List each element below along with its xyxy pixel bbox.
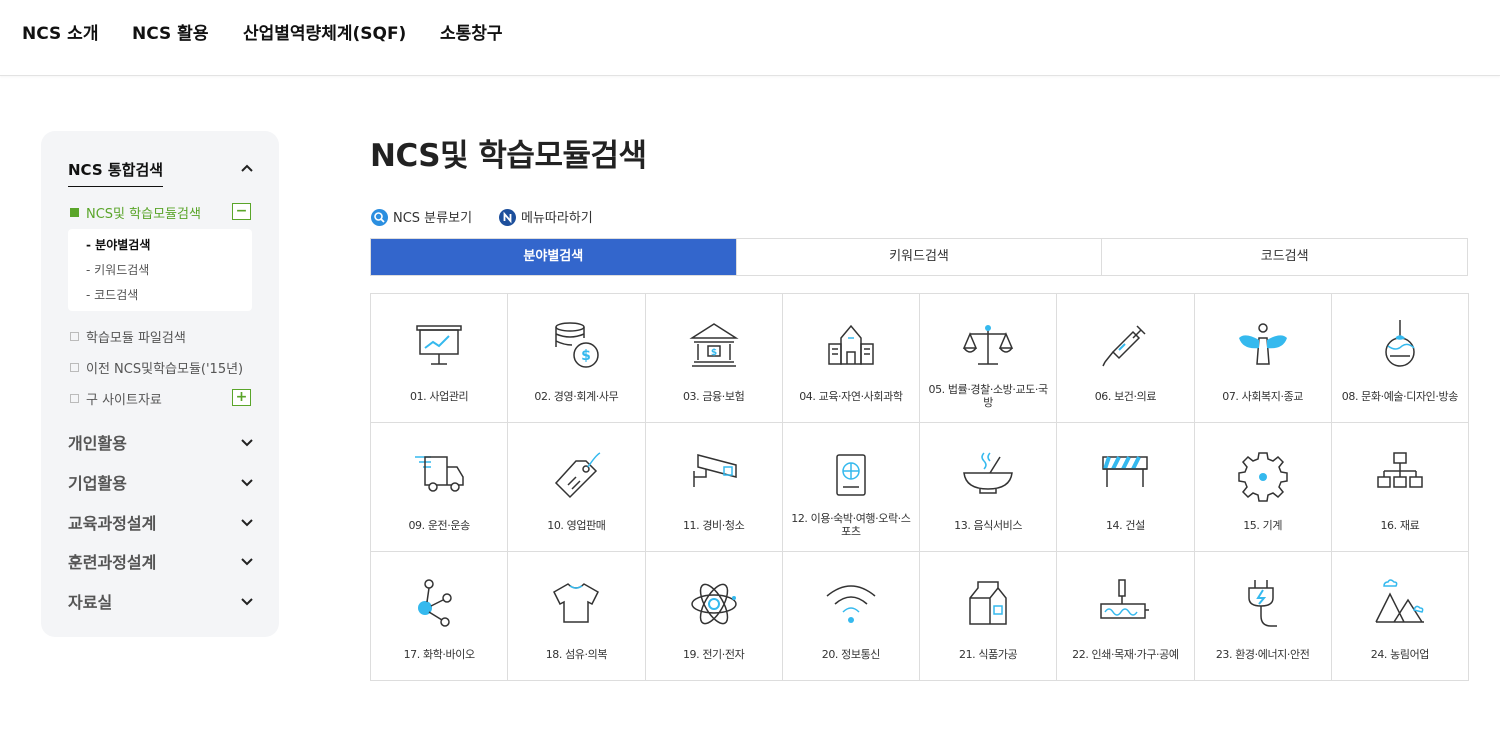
sidebar-item-old-site-data[interactable]: 구 사이트자료 <box>70 389 162 408</box>
category-card[interactable]: 16. 재료 <box>1331 423 1469 552</box>
coins-money-icon: $ <box>555 322 600 368</box>
sidebar-item-ncs-module-search[interactable]: NCS및 학습모듈검색 <box>70 203 201 222</box>
category-card[interactable]: 21. 식품가공 <box>920 552 1058 681</box>
t-shirt-icon <box>553 583 600 623</box>
nav-sqf[interactable]: 산업별역량체계(SQF) <box>243 19 406 44</box>
school-building-icon <box>828 324 874 365</box>
category-card[interactable]: $ 02. 경영·회계·사무 <box>508 294 646 423</box>
tab-keyword-search[interactable]: 키워드검색 <box>735 239 1102 275</box>
construction-barrier-icon <box>1102 456 1149 487</box>
category-card[interactable]: 10. 영업판매 <box>508 423 646 552</box>
category-card[interactable]: 20. 정보통신 <box>782 552 920 681</box>
category-card[interactable]: 19. 전기·전자 <box>645 552 783 681</box>
category-card[interactable]: 15. 기계 <box>1194 423 1332 552</box>
gear-icon <box>1237 452 1288 502</box>
chevron-down-icon[interactable] <box>239 475 255 491</box>
chevron-down-icon[interactable] <box>239 515 255 531</box>
category-card[interactable]: $ 03. 금융·보험 <box>645 294 783 423</box>
milk-carton-icon <box>969 581 1007 625</box>
category-card[interactable]: 05. 법률·경찰·소방·교도·국방 <box>920 294 1058 423</box>
search-icon <box>371 209 388 226</box>
submenu-box: - 분야별검색 - 키워드검색 - 코드검색 <box>68 229 252 311</box>
molecule-icon <box>418 579 452 627</box>
ncs-classification-link[interactable]: NCS 분류보기 <box>371 207 472 226</box>
collapse-toggle[interactable]: − <box>232 203 251 220</box>
top-navigation: NCS 소개 NCS 활용 산업별역량체계(SQF) 소통창구 <box>0 0 1500 76</box>
bullet-square-icon <box>70 208 79 217</box>
chevron-down-icon[interactable] <box>239 554 255 570</box>
chevron-up-icon[interactable] <box>240 161 254 175</box>
category-card[interactable]: 18. 섬유·의복 <box>508 552 646 681</box>
truck-icon <box>415 456 464 492</box>
nav-ncs-use[interactable]: NCS 활용 <box>132 19 208 44</box>
svg-text:$: $ <box>710 348 716 358</box>
syringe-icon <box>1102 325 1146 367</box>
svg-text:$: $ <box>582 348 592 364</box>
category-card[interactable]: 01. 사업관리 <box>371 294 509 423</box>
category-grid: 01. 사업관리 $ 02. 경영·회계·사무 $ 03. 금융·보험 04. … <box>370 293 1469 681</box>
passport-icon <box>836 454 866 496</box>
category-card[interactable]: 07. 사회복지·종교 <box>1194 294 1332 423</box>
bullet-square-icon <box>70 332 79 341</box>
sidebar-title: NCS 통합검색 <box>68 159 164 187</box>
sidebar-subitem-keyword-search[interactable]: - 키워드검색 <box>86 261 149 278</box>
expand-toggle[interactable]: + <box>232 389 251 406</box>
sidebar-subitem-field-search[interactable]: - 분야별검색 <box>86 236 150 253</box>
scales-icon <box>962 325 1014 365</box>
sidebar-group-curriculum[interactable]: 교육과정설계 <box>68 510 156 534</box>
ornament-icon <box>1385 320 1415 367</box>
category-card[interactable]: 22. 인쇄·목재·가구·공예 <box>1057 552 1195 681</box>
nav-ncs-intro[interactable]: NCS 소개 <box>22 19 98 44</box>
category-card[interactable]: 09. 운전·운송 <box>371 423 509 552</box>
tab-code-search[interactable]: 코드검색 <box>1101 239 1467 275</box>
sidebar-item-previous-ncs[interactable]: 이전 NCS및학습모듈('15년) <box>70 358 243 377</box>
atom-icon <box>690 583 737 625</box>
sidebar-group-resources[interactable]: 자료실 <box>68 589 112 613</box>
category-card[interactable]: 12. 이용·숙박·여행·오락·스포츠 <box>782 423 920 552</box>
nav-communication[interactable]: 소통창구 <box>440 19 503 44</box>
sidebar: NCS 통합검색 NCS및 학습모듈검색 − - 분야별검색 - 키워드검색 -… <box>41 131 279 637</box>
category-card[interactable]: 04. 교육·자연·사회과학 <box>782 294 920 423</box>
angel-icon <box>1238 323 1287 365</box>
sidebar-group-personal[interactable]: 개인활용 <box>68 430 127 454</box>
category-card[interactable]: 06. 보건·의료 <box>1057 294 1195 423</box>
power-plug-icon <box>1247 580 1277 627</box>
sidebar-group-training[interactable]: 훈련과정설계 <box>68 549 156 573</box>
page-title: NCS및 학습모듈검색 <box>370 138 647 174</box>
sidebar-group-company[interactable]: 기업활용 <box>68 470 127 494</box>
chevron-down-icon[interactable] <box>239 594 255 610</box>
mountains-icon <box>1375 579 1424 623</box>
n-badge-icon <box>499 209 516 226</box>
chevron-down-icon[interactable] <box>239 435 255 451</box>
category-card[interactable]: 13. 음식서비스 <box>920 423 1058 552</box>
category-card[interactable]: 14. 건설 <box>1057 423 1195 552</box>
food-bowl-icon <box>963 452 1013 494</box>
bank-icon: $ <box>689 323 739 367</box>
sidebar-subitem-code-search[interactable]: - 코드검색 <box>86 286 138 303</box>
hierarchy-icon <box>1377 452 1423 488</box>
presentation-board-icon <box>416 325 462 365</box>
bullet-square-icon <box>70 394 79 403</box>
bullet-square-icon <box>70 363 79 372</box>
price-tag-icon <box>555 452 601 499</box>
category-card[interactable]: 24. 농림어업 <box>1331 552 1469 681</box>
category-card[interactable]: 08. 문화·예술·디자인·방송 <box>1331 294 1469 423</box>
category-card[interactable]: 11. 경비·청소 <box>645 423 783 552</box>
cctv-camera-icon <box>692 454 737 487</box>
tab-field-search[interactable]: 분야별검색 <box>371 239 736 275</box>
category-card[interactable]: 17. 화학·바이오 <box>371 552 509 681</box>
menu-guide-link[interactable]: 메뉴따라하기 <box>499 207 593 226</box>
search-tabs: 분야별검색 키워드검색 코드검색 <box>370 238 1468 276</box>
category-card[interactable]: 23. 환경·에너지·안전 <box>1194 552 1332 681</box>
wifi-icon <box>826 585 876 623</box>
sidebar-item-module-file-search[interactable]: 학습모듈 파일검색 <box>70 327 186 346</box>
paint-roller-icon <box>1100 579 1150 619</box>
